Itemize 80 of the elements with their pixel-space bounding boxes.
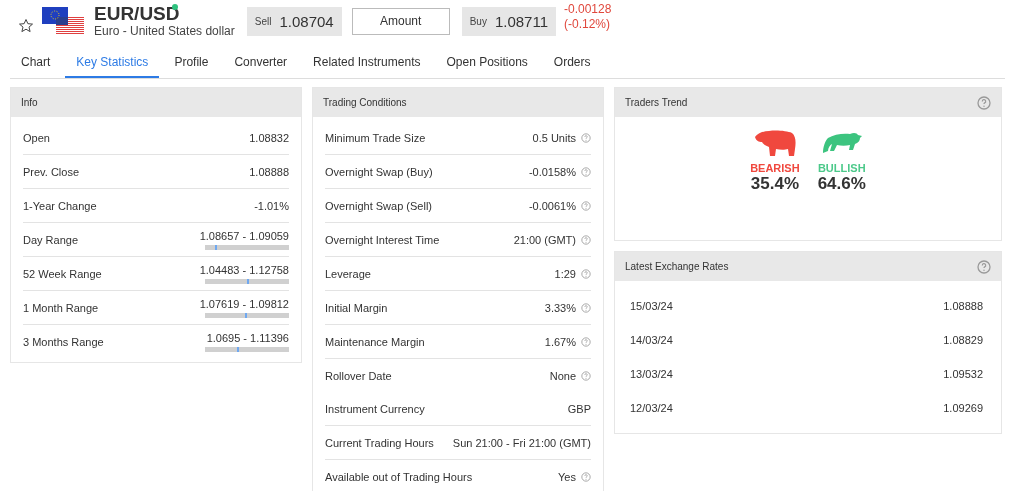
tab[interactable]: Open Positions: [435, 50, 539, 78]
rate-value: 1.08829: [943, 334, 983, 346]
help-icon[interactable]: [581, 200, 591, 211]
instrument-name: Euro - United States dollar: [94, 24, 235, 38]
tab[interactable]: Key Statistics: [65, 50, 160, 78]
panel-title: Info: [21, 97, 38, 108]
condition-value: None: [549, 369, 576, 382]
rate-value: 1.08888: [943, 300, 983, 312]
help-icon[interactable]: [977, 95, 991, 110]
panel-title: Trading Conditions: [323, 97, 407, 108]
tab[interactable]: Chart: [10, 50, 62, 78]
help-icon[interactable]: [581, 370, 591, 381]
star-icon[interactable]: [18, 18, 34, 34]
panel-title: Traders Trend: [625, 97, 688, 108]
stat-value: 1.04483 - 1.12758: [199, 263, 289, 276]
bullish-percent: 64.6%: [817, 174, 866, 194]
condition-value: 3.33%: [544, 301, 576, 314]
tab[interactable]: Orders: [542, 50, 602, 78]
stat-value: 1.08657 - 1.09059: [199, 229, 289, 242]
panel-title: Latest Exchange Rates: [625, 261, 729, 272]
condition-label: Rollover Date: [325, 369, 392, 382]
condition-label: Overnight Swap (Sell): [325, 199, 432, 212]
bullish-label: BULLISH: [817, 162, 866, 174]
rate-value: 1.09532: [943, 368, 983, 380]
condition-value: -0.0061%: [528, 199, 576, 212]
help-icon[interactable]: [581, 166, 591, 177]
bearish-label: BEARISH: [750, 162, 800, 174]
condition-value: 21:00 (GMT): [513, 233, 576, 246]
stat-label: Open: [23, 131, 50, 144]
condition-value: 0.5 Units: [532, 131, 576, 144]
rate-date: 13/03/24: [630, 368, 673, 380]
stat-value: -1.01%: [254, 199, 289, 212]
condition-value: 1.67%: [544, 335, 576, 348]
condition-label: Leverage: [325, 267, 371, 280]
condition-value: GBP: [567, 402, 591, 415]
stat-label: Prev. Close: [23, 165, 80, 178]
bear-icon: [752, 129, 797, 157]
condition-label: Minimum Trade Size: [325, 131, 426, 144]
rate-date: 15/03/24: [630, 300, 673, 312]
rate-value: 1.09269: [943, 402, 983, 414]
condition-label: Current Trading Hours: [325, 436, 434, 449]
stat-value: 1.08832: [249, 131, 289, 144]
instrument-symbol: EUR/USD: [94, 4, 181, 24]
stat-value: 1.07619 - 1.09812: [199, 297, 289, 310]
condition-label: Available out of Trading Hours: [325, 470, 473, 483]
condition-label: Maintenance Margin: [325, 335, 425, 348]
condition-label: Overnight Interest Time: [325, 233, 440, 246]
help-icon[interactable]: [977, 259, 991, 274]
sell-button[interactable]: Sell 1.08704: [246, 6, 342, 36]
bearish-percent: 35.4%: [750, 174, 799, 194]
amount-field[interactable]: Amount: [351, 7, 450, 35]
condition-label: Overnight Swap (Buy): [325, 165, 433, 178]
price-change-percent: (-0.12%): [564, 17, 612, 32]
tab[interactable]: Converter: [223, 50, 299, 78]
stat-label: Day Range: [23, 233, 79, 246]
stat-label: 1-Year Change: [23, 199, 97, 212]
help-icon[interactable]: [581, 336, 591, 347]
stat-label: 52 Week Range: [23, 267, 102, 280]
condition-value: Sun 21:00 - Fri 21:00 (GMT): [452, 436, 591, 449]
help-icon[interactable]: [581, 132, 591, 143]
buy-button[interactable]: Buy 1.08711: [461, 6, 556, 36]
condition-value: Yes: [558, 470, 576, 483]
help-icon[interactable]: [581, 268, 591, 279]
stat-label: 1 Month Range: [23, 301, 99, 314]
rate-date: 12/03/24: [630, 402, 673, 414]
rate-date: 14/03/24: [630, 334, 673, 346]
condition-value: 1:29: [554, 267, 576, 280]
stat-label: 3 Months Range: [23, 335, 104, 348]
help-icon[interactable]: [581, 471, 591, 482]
stat-value: 1.08888: [249, 165, 289, 178]
flag-icon: [42, 7, 84, 35]
condition-label: Instrument Currency: [325, 402, 425, 415]
help-icon[interactable]: [581, 234, 591, 245]
condition-value: -0.0158%: [528, 165, 576, 178]
tab[interactable]: Related Instruments: [302, 50, 432, 78]
condition-label: Initial Margin: [325, 301, 388, 314]
tab[interactable]: Profile: [163, 50, 220, 78]
stat-value: 1.0695 - 1.11396: [206, 331, 289, 344]
price-change: -0.00128: [564, 2, 612, 17]
help-icon[interactable]: [581, 302, 591, 313]
